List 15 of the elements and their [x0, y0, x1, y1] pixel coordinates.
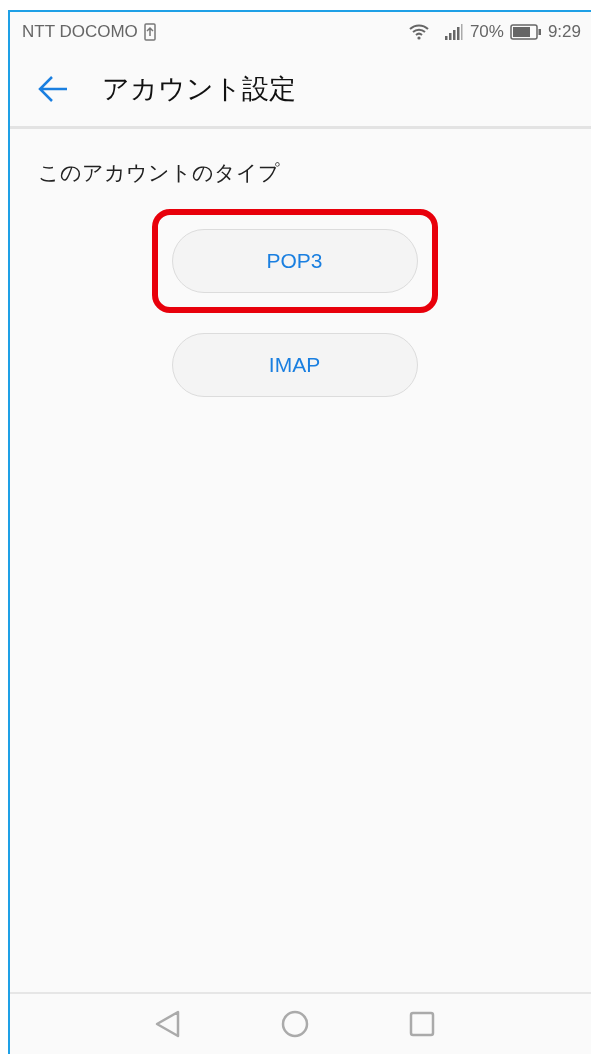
account-type-button[interactable]: POP3	[171, 229, 418, 293]
clock-time: 9:29	[547, 22, 581, 42]
battery-percent: 70%	[469, 22, 504, 42]
recents-icon[interactable]	[408, 1011, 435, 1037]
upload-notification-icon	[143, 23, 156, 41]
home-icon[interactable]	[280, 1010, 309, 1038]
back-arrow-icon[interactable]	[38, 76, 68, 102]
account-type-button[interactable]: IMAP	[171, 333, 418, 397]
section-label: このアカウントのタイプ	[38, 160, 281, 187]
battery-icon	[509, 24, 542, 40]
signal-icon	[443, 24, 464, 40]
back-icon[interactable]	[154, 1010, 181, 1038]
wifi-icon	[407, 24, 430, 40]
screen-title: アカウント設定	[102, 72, 296, 106]
carrier-name: NTT DOCOMO	[22, 22, 138, 42]
